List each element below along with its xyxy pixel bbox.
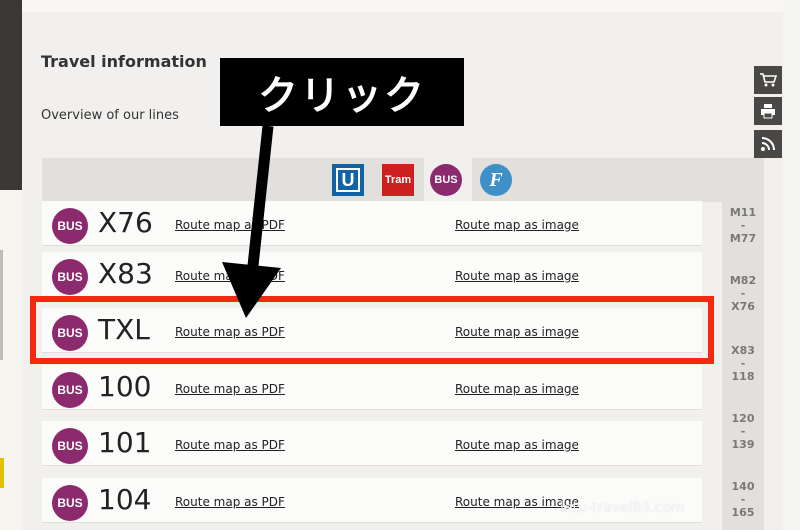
- top-band: [22, 0, 783, 12]
- line-number: 101: [98, 426, 152, 459]
- section-title: Travel information: [41, 52, 207, 71]
- line-number: X83: [98, 257, 153, 290]
- print-icon[interactable]: [754, 97, 782, 125]
- watermark: letu-travel83.com: [560, 500, 685, 516]
- line-range-index: M11 - M77 M82 - X76 X83 - 118 120 - 139 …: [722, 200, 764, 530]
- route-map-pdf-link[interactable]: Route map as PDF: [175, 269, 285, 283]
- route-map-image-link[interactable]: Route map as image: [455, 438, 579, 452]
- highlight-box: [30, 296, 714, 364]
- route-map-pdf-link[interactable]: Route map as PDF: [175, 218, 285, 232]
- route-map-image-link[interactable]: Route map as image: [455, 269, 579, 283]
- table-row: BUS 100 Route map as PDF Route map as im…: [42, 365, 702, 410]
- route-map-pdf-link[interactable]: Route map as PDF: [175, 438, 285, 452]
- route-map-pdf-link[interactable]: Route map as PDF: [175, 382, 285, 396]
- transport-tabs: U Tram BUS F: [42, 158, 764, 202]
- left-dark-panel: [0, 0, 22, 190]
- line-number: X76: [98, 206, 153, 239]
- route-map-image-link[interactable]: Route map as image: [455, 218, 579, 232]
- table-row: BUS X83 Route map as PDF Route map as im…: [42, 252, 702, 297]
- ubahn-icon: U: [336, 168, 360, 192]
- range-link[interactable]: M82 - X76: [722, 274, 764, 313]
- right-page-edge: [783, 0, 800, 530]
- route-map-image-link[interactable]: Route map as image: [455, 382, 579, 396]
- click-annotation-label: クリック: [220, 58, 464, 126]
- bus-icon: BUS: [52, 372, 88, 408]
- bus-icon: BUS: [52, 259, 88, 295]
- bus-icon: BUS: [52, 485, 88, 521]
- tab-bus[interactable]: BUS: [430, 164, 462, 196]
- tab-tram[interactable]: Tram: [382, 164, 414, 196]
- line-number: 100: [98, 370, 152, 403]
- left-yellow-marker: [0, 458, 4, 488]
- range-link[interactable]: 120 - 139: [722, 412, 764, 451]
- table-row: BUS 101 Route map as PDF Route map as im…: [42, 421, 702, 466]
- left-page-edge: [0, 0, 22, 530]
- range-link[interactable]: 140 - 165: [722, 480, 764, 519]
- tab-ferry[interactable]: F: [480, 164, 512, 196]
- bus-icon: BUS: [52, 428, 88, 464]
- line-number: 104: [98, 483, 152, 516]
- left-divider: [0, 250, 3, 360]
- table-row: BUS X76 Route map as PDF Route map as im…: [42, 201, 702, 246]
- route-map-pdf-link[interactable]: Route map as PDF: [175, 495, 285, 509]
- cart-icon[interactable]: [754, 66, 782, 94]
- range-link[interactable]: X83 - 118: [722, 344, 764, 383]
- bus-icon: BUS: [52, 208, 88, 244]
- rss-icon[interactable]: [754, 130, 782, 158]
- tab-ubahn[interactable]: U: [332, 164, 364, 196]
- overview-heading: Overview of our lines: [41, 108, 179, 123]
- range-link[interactable]: M11 - M77: [722, 206, 764, 245]
